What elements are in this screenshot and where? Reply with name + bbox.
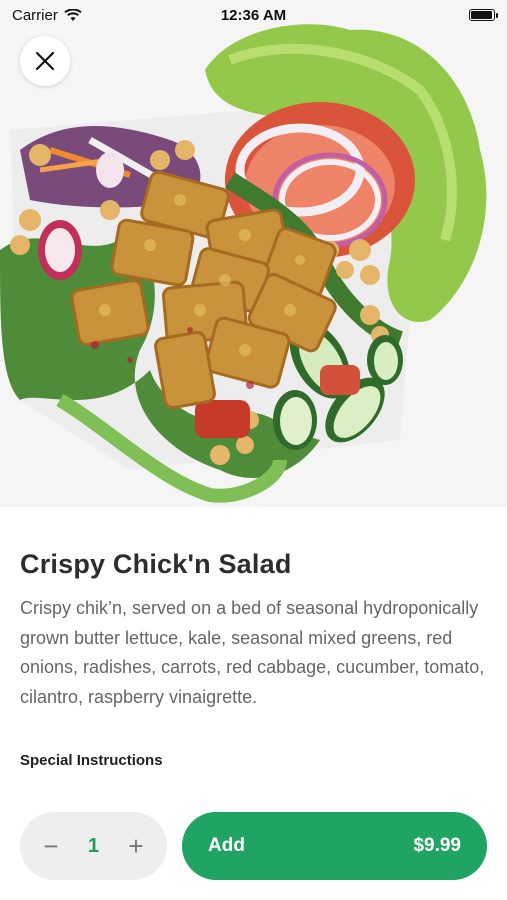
salad-illustration xyxy=(0,0,507,507)
battery-icon xyxy=(469,9,498,21)
quantity-value: 1 xyxy=(87,834,100,857)
add-label: Add xyxy=(208,835,245,856)
close-icon xyxy=(35,51,55,71)
status-bar: Carrier 12:36 AM xyxy=(0,0,507,30)
status-left: Carrier xyxy=(12,7,82,24)
price-label: $9.99 xyxy=(413,835,461,856)
item-details: Crispy Chick'n Salad Crispy chik’n, serv… xyxy=(0,507,507,769)
quantity-stepper: − 1 + xyxy=(20,812,167,880)
product-image xyxy=(0,0,507,507)
battery-level xyxy=(471,11,492,19)
item-title: Crispy Chick'n Salad xyxy=(20,549,292,579)
increment-button[interactable]: + xyxy=(125,833,147,859)
wifi-icon xyxy=(64,8,82,21)
decrement-button[interactable]: − xyxy=(40,833,62,859)
carrier-label: Carrier xyxy=(12,6,58,24)
item-description: Crispy chik’n, served on a bed of season… xyxy=(20,598,485,707)
close-button[interactable] xyxy=(20,36,70,86)
add-to-cart-button[interactable]: Add $9.99 xyxy=(182,812,487,880)
order-bar: − 1 + Add $9.99 xyxy=(0,790,507,900)
special-instructions-label: Special Instructions xyxy=(20,752,163,769)
